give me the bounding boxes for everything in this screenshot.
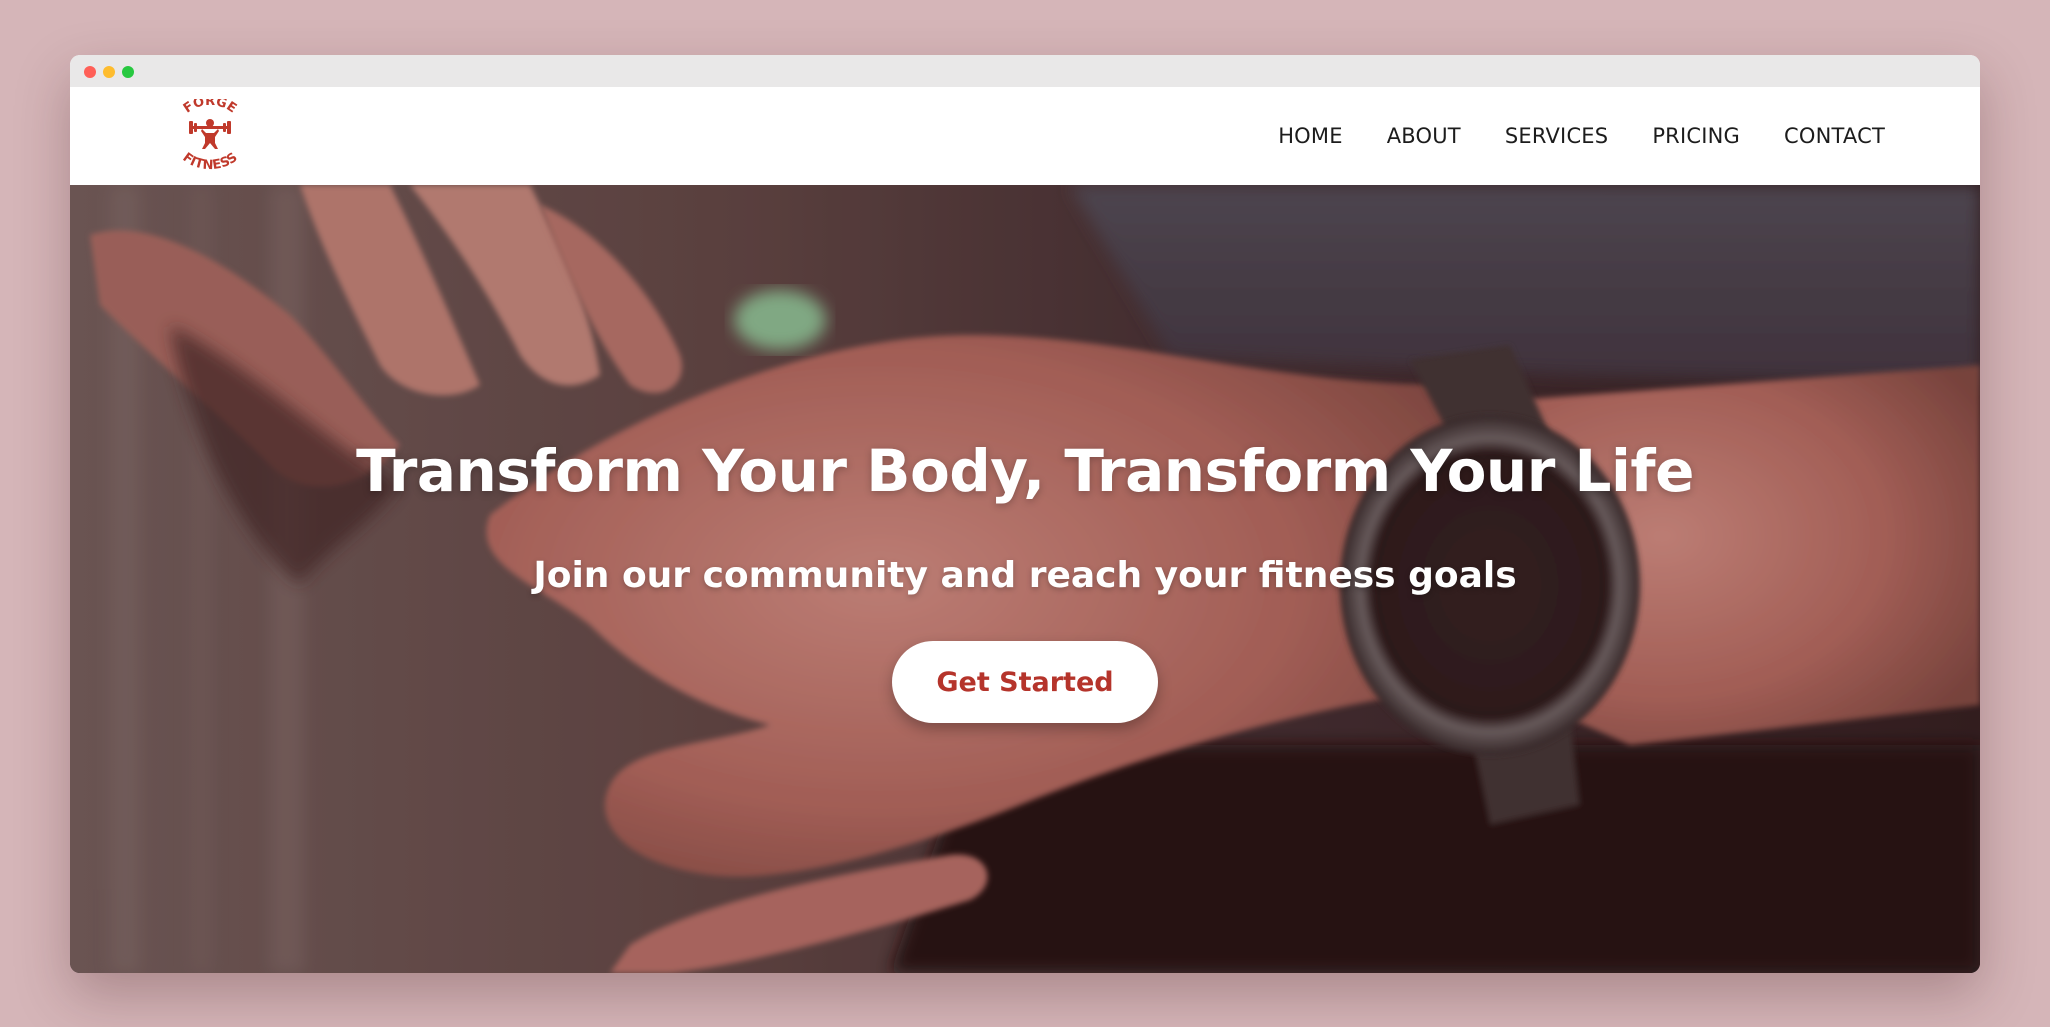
browser-window: FORGE FITNESS HOME ABOUT SERVICES PRICIN [70, 55, 1980, 973]
svg-text:FORGE: FORGE [181, 99, 239, 116]
nav-link-home[interactable]: HOME [1278, 124, 1343, 148]
minimize-window-button[interactable] [103, 66, 115, 78]
logo-text-top: FORGE [181, 99, 239, 116]
main-nav: HOME ABOUT SERVICES PRICING CONTACT [1278, 87, 1885, 185]
hero-subtitle: Join our community and reach your fitnes… [533, 555, 1517, 596]
nav-link-pricing[interactable]: PRICING [1652, 124, 1740, 148]
svg-text:FITNESS: FITNESS [180, 150, 241, 171]
nav-link-contact[interactable]: CONTACT [1784, 124, 1885, 148]
hero-section: Transform Your Body, Transform Your Life… [70, 185, 1980, 973]
nav-link-about[interactable]: ABOUT [1387, 124, 1461, 148]
maximize-window-button[interactable] [122, 66, 134, 78]
close-window-button[interactable] [84, 66, 96, 78]
weightlifter-icon: FORGE FITNESS [180, 99, 241, 171]
forge-fitness-logo[interactable]: FORGE FITNESS [172, 99, 248, 171]
nav-link-services[interactable]: SERVICES [1505, 124, 1608, 148]
site-header: FORGE FITNESS HOME ABOUT SERVICES PRICIN [70, 87, 1980, 185]
logo-text-bottom: FITNESS [180, 150, 241, 171]
window-titlebar [70, 55, 1980, 87]
hero-title: Transform Your Body, Transform Your Life [356, 437, 1694, 505]
get-started-button[interactable]: Get Started [892, 641, 1158, 723]
